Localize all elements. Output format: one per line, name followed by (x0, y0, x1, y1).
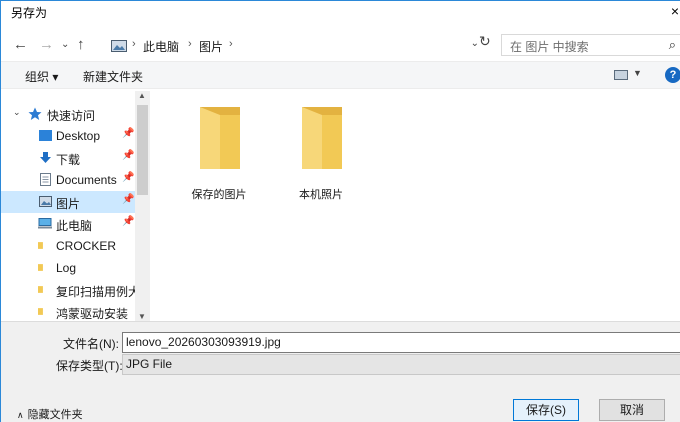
nav-item-quick-access[interactable]: ⌄ 快速访问 (1, 103, 135, 125)
scroll-down-icon[interactable]: ▼ (138, 312, 146, 321)
save-as-dialog: 另存为 × ← → ⌄ ↑ › 此电脑 › 图片 › ⌄ ↻ 在 图片 中搜索 … (0, 0, 680, 422)
hide-folders-toggle[interactable]: ∧ 隐藏文件夹 (17, 406, 83, 422)
save-panel: 文件名(N): lenovo_20260303093919.jpg 保存类型(T… (1, 321, 680, 422)
nav-label: 复印扫描用例大全 (56, 285, 136, 299)
folder-icon (38, 308, 43, 315)
address-bar[interactable]: › 此电脑 › 图片 › ⌄ (106, 34, 496, 56)
title-bar: 另存为 × (1, 1, 680, 23)
address-dropdown-icon[interactable]: ⌄ (471, 38, 479, 49)
pin-icon: 📌 (122, 194, 135, 205)
save-button[interactable]: 保存(S) (513, 399, 579, 421)
view-chevron-icon[interactable]: ▼ (633, 68, 642, 78)
close-icon[interactable]: × (671, 3, 679, 19)
computer-icon (38, 218, 52, 229)
pin-icon: 📌 (122, 172, 135, 183)
nav-item-crocker[interactable]: CROCKER (1, 235, 135, 257)
filename-label: 文件名(N): (63, 337, 119, 351)
breadcrumb-separator-icon: › (132, 38, 136, 50)
search-input[interactable]: 在 图片 中搜索 ⌕ (501, 34, 680, 56)
nav-item-harmony-driver[interactable]: 鸿蒙驱动安装 (1, 301, 135, 323)
recent-chevron-icon[interactable]: ⌄ (61, 39, 69, 50)
refresh-icon[interactable]: ↻ (479, 33, 491, 50)
dialog-title: 另存为 (11, 6, 48, 20)
search-icon[interactable]: ⌕ (669, 37, 676, 53)
nav-item-scan-cases[interactable]: 复印扫描用例大全 (1, 279, 136, 301)
nav-label: 图片 (56, 197, 81, 211)
folder-camera-roll[interactable]: 本机照片 (281, 91, 361, 201)
filetype-select[interactable]: JPG File (122, 354, 680, 375)
nav-label: Documents (56, 173, 117, 187)
pictures-location-icon (111, 40, 127, 52)
breadcrumb-separator-icon: › (188, 38, 192, 50)
nav-label: 鸿蒙驱动安装 (56, 307, 129, 321)
forward-arrow-icon[interactable]: → (39, 36, 54, 53)
nav-item-log[interactable]: Log (1, 257, 135, 279)
file-list: 保存的图片 本机照片 (151, 91, 680, 319)
view-options-icon[interactable] (614, 70, 628, 80)
scroll-up-icon[interactable]: ▲ (138, 91, 146, 100)
breadcrumb-this-pc[interactable]: 此电脑 (143, 38, 179, 55)
nav-item-downloads[interactable]: 下载 📌 (1, 147, 135, 169)
folder-label: 本机照片 (299, 189, 343, 201)
nav-item-desktop[interactable]: Desktop 📌 (1, 125, 135, 147)
filename-field[interactable]: lenovo_20260303093919.jpg (122, 332, 680, 353)
star-icon (28, 107, 42, 120)
expand-chevron-icon[interactable]: ⌄ (13, 107, 21, 118)
pin-icon: 📌 (122, 216, 135, 227)
filetype-value: JPG File (126, 357, 173, 371)
folder-icon (38, 286, 43, 293)
nav-label: CROCKER (56, 239, 117, 253)
download-icon (40, 152, 51, 163)
organize-button[interactable]: 组织 ▾ (25, 68, 58, 85)
pin-icon: 📌 (122, 128, 135, 139)
search-placeholder: 在 图片 中搜索 (510, 40, 589, 54)
nav-label: Log (56, 261, 77, 275)
help-icon[interactable]: ? (665, 67, 680, 83)
new-folder-button[interactable]: 新建文件夹 (83, 68, 143, 85)
filename-value: lenovo_20260303093919.jpg (126, 335, 281, 349)
folder-icon (302, 107, 342, 169)
document-icon (40, 173, 51, 186)
nav-label: 下载 (56, 153, 81, 167)
breadcrumb-pictures[interactable]: 图片 (199, 38, 223, 55)
nav-label: 快速访问 (47, 109, 96, 123)
navigation-pane: ⌄ 快速访问 Desktop 📌 下载 📌 Documents 📌 图片 📌 此… (1, 91, 150, 321)
folder-saved-pictures[interactable]: 保存的图片 (179, 91, 259, 201)
nav-item-documents[interactable]: Documents 📌 (1, 169, 135, 191)
pictures-icon (39, 196, 52, 207)
desktop-icon (39, 130, 52, 141)
nav-label: 此电脑 (56, 219, 93, 233)
folder-icon (38, 242, 43, 249)
hide-folders-label: 隐藏文件夹 (27, 409, 83, 421)
folder-icon (200, 107, 240, 169)
back-arrow-icon[interactable]: ← (13, 36, 28, 53)
breadcrumb-separator-icon: › (229, 38, 233, 50)
cancel-button[interactable]: 取消 (599, 399, 665, 421)
folder-icon (38, 264, 43, 271)
chevron-up-icon: ∧ (17, 410, 24, 420)
folder-label: 保存的图片 (191, 189, 247, 201)
filetype-label: 保存类型(T): (56, 359, 123, 373)
nav-label: Desktop (56, 129, 101, 143)
nav-item-this-pc[interactable]: 此电脑 📌 (1, 213, 135, 235)
up-arrow-icon[interactable]: ↑ (77, 36, 85, 53)
pin-icon: 📌 (122, 150, 135, 161)
nav-scrollbar[interactable]: ▲ ▼ (135, 91, 150, 321)
command-bar: 组织 ▾ 新建文件夹 ▼ ? (1, 61, 680, 89)
scrollbar-thumb[interactable] (137, 105, 148, 195)
nav-item-pictures[interactable]: 图片 📌 (1, 191, 135, 213)
